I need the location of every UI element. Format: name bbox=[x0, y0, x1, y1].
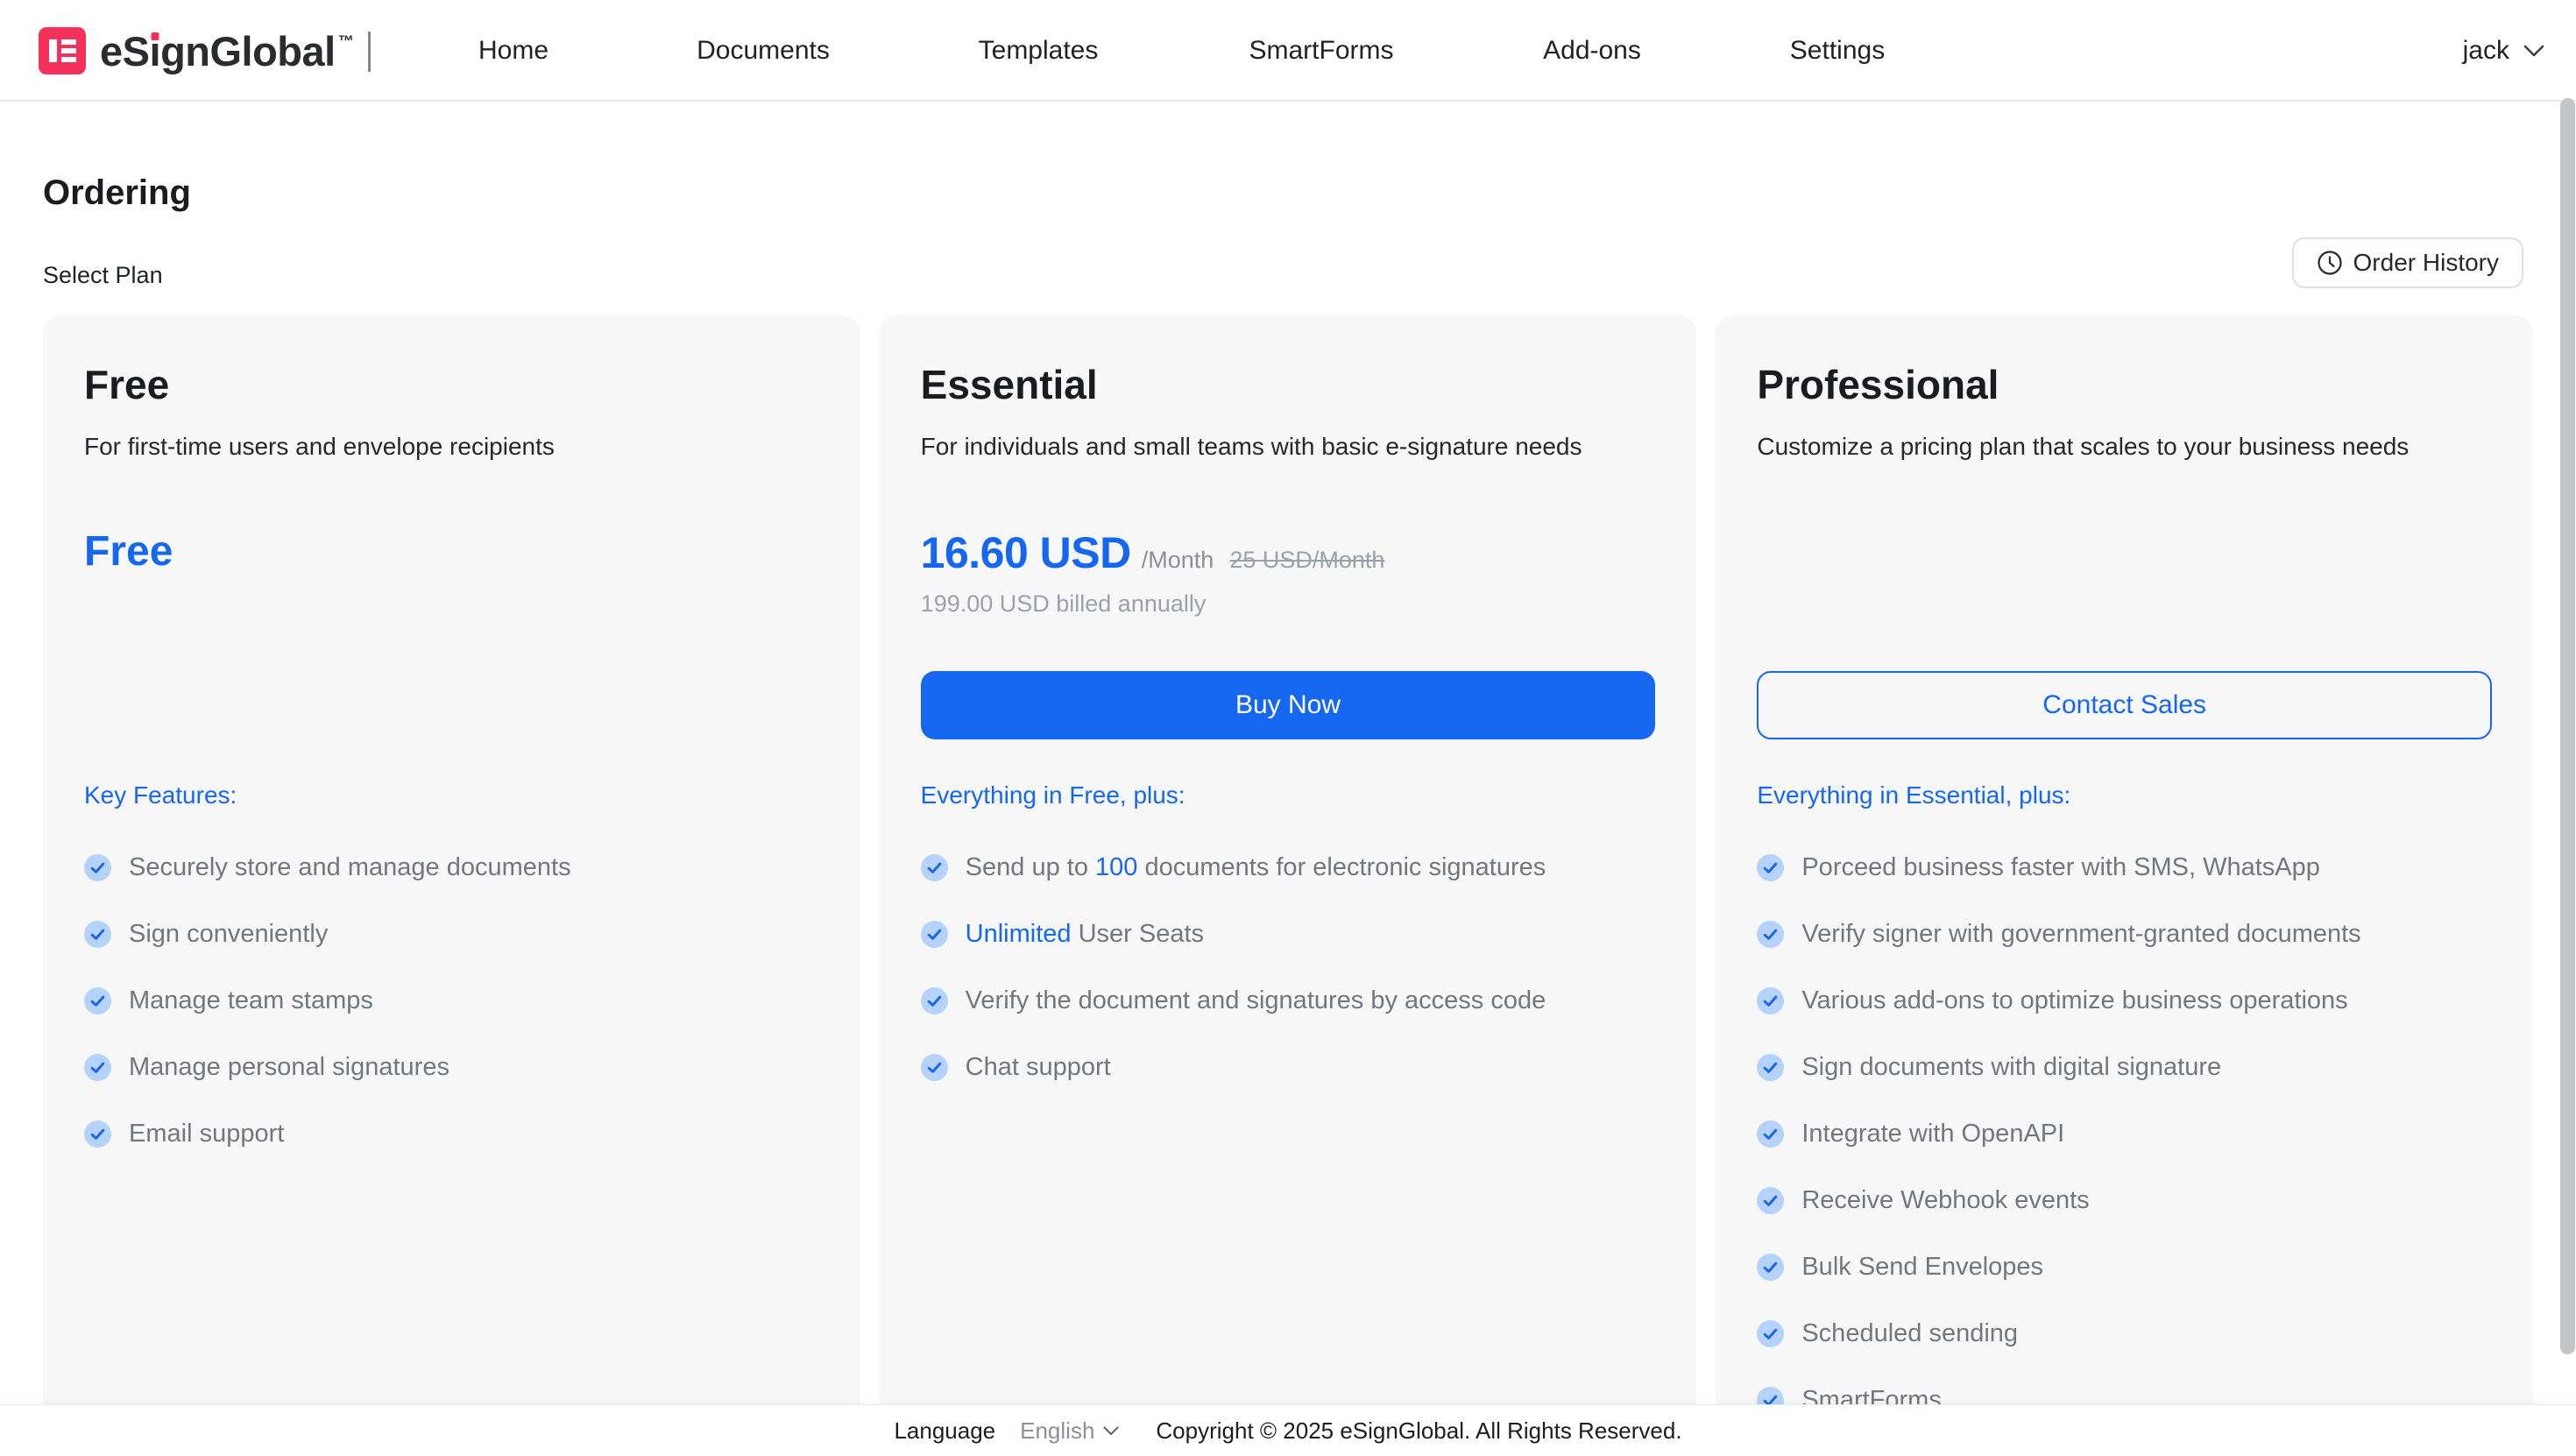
feature-item: Integrate with OpenAPI bbox=[1757, 1100, 2507, 1167]
feature-item: Sign conveniently bbox=[84, 901, 834, 967]
plan-price: 16.60 USD /Month 25 USD/Month bbox=[921, 527, 1662, 578]
copyright-text: Copyright © 2025 eSignGlobal. All Rights… bbox=[1156, 1417, 1681, 1445]
price-original-strikethrough: 25 USD/Month bbox=[1229, 547, 1384, 574]
nav-item-smartforms[interactable]: SmartForms bbox=[1249, 0, 1394, 102]
nav-item-documents[interactable]: Documents bbox=[697, 0, 830, 102]
feature-item: Various add-ons to optimize business ope… bbox=[1757, 967, 2507, 1034]
price-value: Free bbox=[84, 527, 173, 576]
check-icon bbox=[1757, 854, 1784, 881]
feature-item: Receive Webhook events bbox=[1757, 1167, 2507, 1233]
chevron-down-icon bbox=[1103, 1426, 1119, 1436]
check-icon bbox=[84, 987, 111, 1014]
vertical-scrollbar[interactable] bbox=[2560, 98, 2575, 1354]
user-name: jack bbox=[2463, 36, 2509, 66]
plan-card-professional: Professional Customize a pricing plan th… bbox=[1716, 315, 2533, 1456]
check-icon bbox=[84, 921, 111, 948]
contact-sales-button[interactable]: Contact Sales bbox=[1757, 671, 2492, 739]
top-nav-bar: eSıgnGlobal™ Home Documents Templates Sm… bbox=[0, 0, 2576, 102]
plan-name: Essential bbox=[921, 361, 1098, 408]
check-icon bbox=[84, 1120, 111, 1148]
feature-item: Securely store and manage documents bbox=[84, 834, 834, 901]
price-value: 16.60 USD bbox=[921, 527, 1131, 578]
check-icon bbox=[1757, 987, 1784, 1014]
features-heading: Key Features: bbox=[84, 781, 237, 809]
plan-cards: Free For first-time users and envelope r… bbox=[43, 315, 2533, 1456]
check-icon bbox=[84, 1054, 111, 1081]
plan-description: For first-time users and envelope recipi… bbox=[84, 433, 825, 461]
ordering-page: Ordering Order History Select Plan Free … bbox=[0, 173, 2576, 1456]
language-value: English bbox=[1020, 1417, 1094, 1445]
nav-item-addons[interactable]: Add-ons bbox=[1543, 0, 1641, 102]
nav-item-templates[interactable]: Templates bbox=[979, 0, 1099, 102]
check-icon bbox=[1757, 1120, 1784, 1148]
check-icon bbox=[1757, 1254, 1784, 1281]
billing-note: 199.00 USD billed annually bbox=[921, 590, 1207, 618]
buy-now-button[interactable]: Buy Now bbox=[921, 671, 1656, 739]
check-icon bbox=[921, 987, 948, 1014]
feature-item: Send up to 100 documents for electronic … bbox=[921, 834, 1671, 901]
feature-item: Email support bbox=[84, 1100, 834, 1167]
check-icon bbox=[921, 854, 948, 881]
chevron-down-icon bbox=[2523, 45, 2544, 58]
features-list: Securely store and manage documents Sign… bbox=[84, 834, 834, 1167]
check-icon bbox=[1757, 921, 1784, 948]
order-history-label: Order History bbox=[2353, 249, 2499, 277]
clock-icon bbox=[2317, 250, 2343, 276]
footer: Language English Copyright © 2025 eSignG… bbox=[0, 1404, 2576, 1456]
plan-name: Professional bbox=[1757, 361, 1999, 408]
features-list: Send up to 100 documents for electronic … bbox=[921, 834, 1671, 1100]
feature-item: Manage team stamps bbox=[84, 967, 834, 1034]
page-title: Ordering bbox=[43, 173, 2533, 213]
plan-description: For individuals and small teams with bas… bbox=[921, 433, 1662, 461]
nav-item-settings[interactable]: Settings bbox=[1790, 0, 1885, 102]
feature-item: Porceed business faster with SMS, WhatsA… bbox=[1757, 834, 2507, 901]
feature-item: Chat support bbox=[921, 1034, 1671, 1100]
plan-description: Customize a pricing plan that scales to … bbox=[1757, 433, 2498, 461]
plan-price: Free bbox=[84, 527, 825, 576]
check-icon bbox=[1757, 1054, 1784, 1081]
language-label: Language bbox=[894, 1417, 995, 1445]
feature-highlight: 100 bbox=[1095, 853, 1137, 881]
check-icon bbox=[1757, 1320, 1784, 1347]
language-select[interactable]: English bbox=[1020, 1417, 1119, 1445]
feature-item: Verify signer with government-granted do… bbox=[1757, 901, 2507, 967]
feature-item: Unlimited User Seats bbox=[921, 901, 1671, 967]
feature-highlight: Unlimited bbox=[966, 920, 1072, 948]
features-heading: Everything in Free, plus: bbox=[921, 781, 1185, 809]
feature-item: Scheduled sending bbox=[1757, 1300, 2507, 1367]
select-plan-label: Select Plan bbox=[43, 262, 2533, 289]
nav-item-home[interactable]: Home bbox=[478, 0, 548, 102]
feature-item: Bulk Send Envelopes bbox=[1757, 1233, 2507, 1300]
check-icon bbox=[921, 921, 948, 948]
feature-item: Manage personal signatures bbox=[84, 1034, 834, 1100]
features-heading: Everything in Essential, plus: bbox=[1757, 781, 2070, 809]
check-icon bbox=[84, 854, 111, 881]
check-icon bbox=[921, 1054, 948, 1081]
plan-card-essential: Essential For individuals and small team… bbox=[880, 315, 1697, 1456]
feature-item: Verify the document and signatures by ac… bbox=[921, 967, 1671, 1034]
plan-name: Free bbox=[84, 361, 169, 408]
feature-item: Sign documents with digital signature bbox=[1757, 1034, 2507, 1100]
check-icon bbox=[1757, 1187, 1784, 1214]
user-menu[interactable]: jack bbox=[2463, 0, 2544, 102]
main-nav: Home Documents Templates SmartForms Add-… bbox=[0, 0, 2576, 100]
plan-card-free: Free For first-time users and envelope r… bbox=[43, 315, 860, 1456]
order-history-button[interactable]: Order History bbox=[2292, 237, 2523, 288]
features-list: Porceed business faster with SMS, WhatsA… bbox=[1757, 834, 2507, 1433]
price-period: /Month bbox=[1142, 547, 1214, 574]
